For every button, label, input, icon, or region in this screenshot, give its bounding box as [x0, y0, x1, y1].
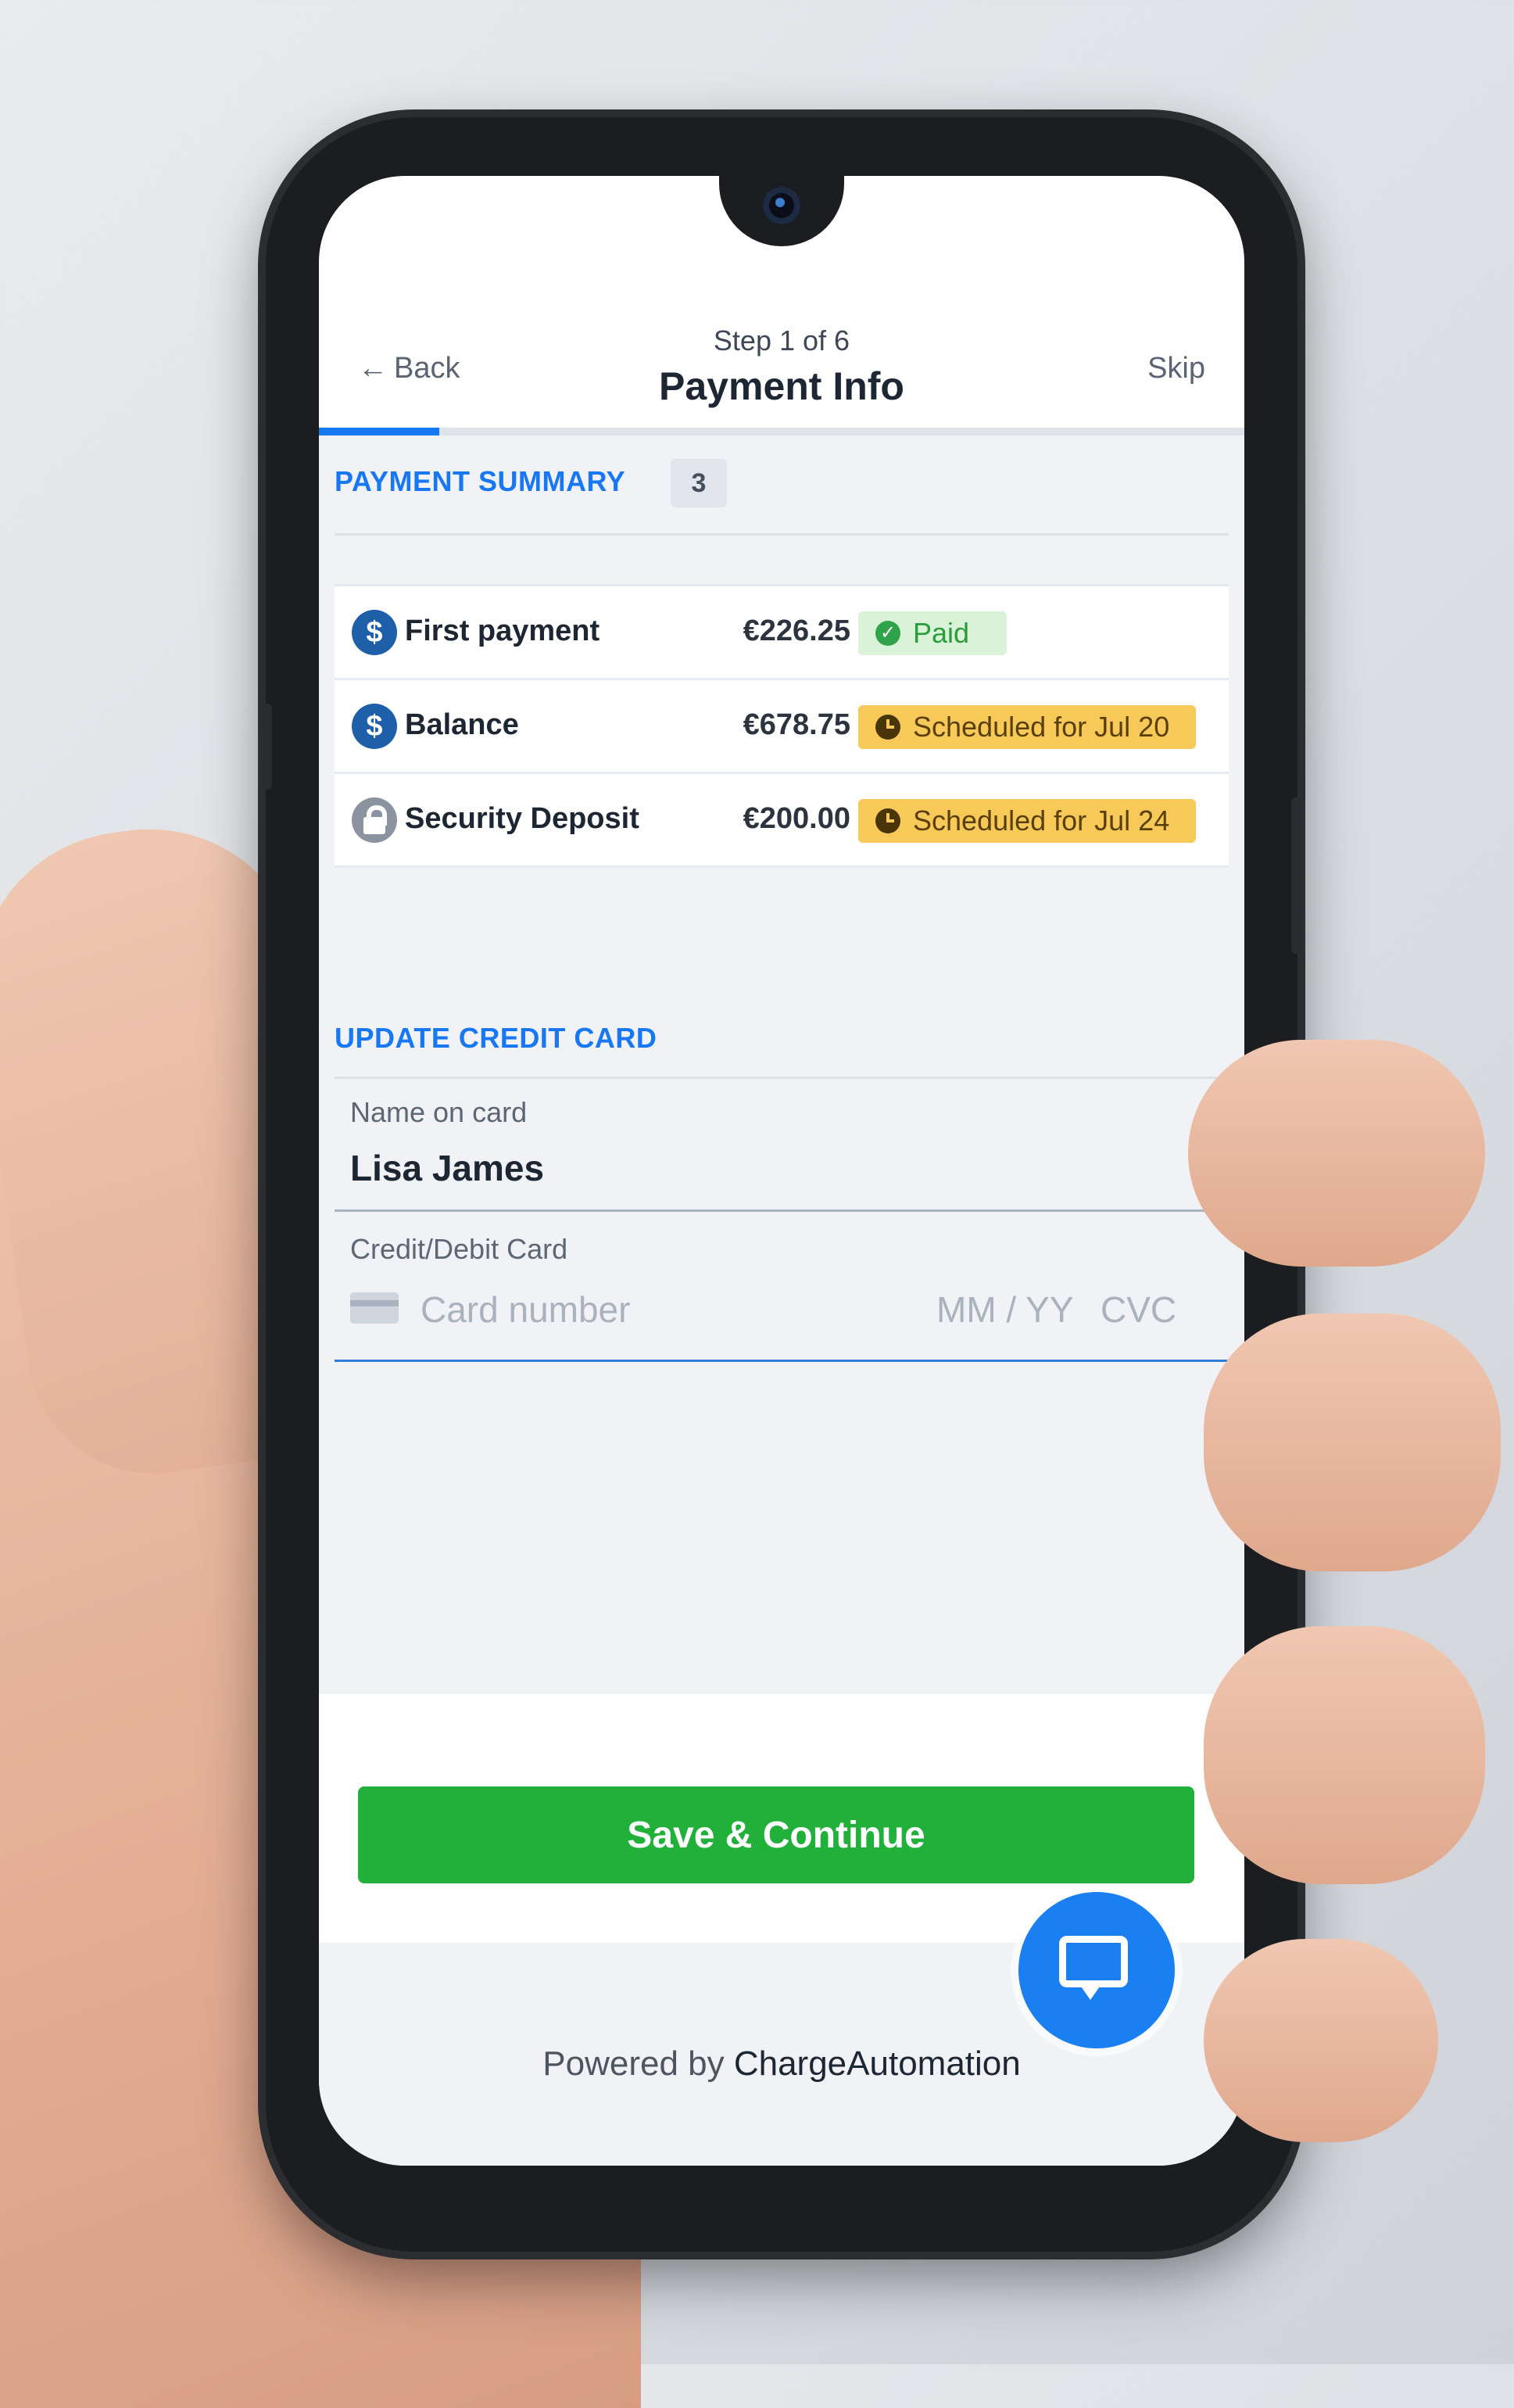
front-camera — [763, 187, 800, 224]
payment-amount: €226.25 — [743, 615, 850, 647]
powered-by-prefix: Powered by — [542, 2044, 725, 2083]
phone-volume-button — [261, 704, 272, 790]
name-on-card-label: Name on card — [350, 1096, 528, 1128]
check-circle-icon: ✓ — [875, 621, 900, 646]
finger — [1204, 1313, 1501, 1571]
status-text: Scheduled for Jul 24 — [913, 804, 1170, 837]
payment-label: First payment — [405, 615, 600, 647]
card-divider — [335, 1077, 1229, 1079]
payment-summary-heading: PAYMENT SUMMARY — [335, 465, 626, 497]
payment-summary-table: $ First payment €226.25 ✓ Paid $ Balance… — [335, 584, 1229, 868]
expiry-input[interactable] — [936, 1286, 1093, 1333]
main-content: PAYMENT SUMMARY 3 $ First payment €226.2… — [319, 435, 1244, 1694]
payment-label: Balance — [405, 708, 519, 741]
status-badge-scheduled: Scheduled for Jul 24 — [858, 799, 1196, 843]
step-indicator: Step 1 of 6 — [713, 324, 850, 357]
credit-card-icon — [350, 1292, 399, 1324]
cvc-input[interactable] — [1101, 1286, 1194, 1333]
clock-icon — [875, 715, 900, 740]
status-text: Paid — [913, 617, 970, 649]
powered-by-text: Powered by ChargeAutomation — [319, 2044, 1244, 2084]
payment-amount: €678.75 — [743, 708, 850, 741]
top-bar: ← Back Step 1 of 6 Payment Info Skip — [319, 285, 1244, 426]
progress-bar — [319, 428, 1244, 435]
page-title: Payment Info — [659, 364, 904, 408]
payment-label: Security Deposit — [405, 802, 639, 835]
name-field-underline — [335, 1209, 1229, 1212]
payment-count-badge: 3 — [671, 459, 727, 507]
phone-screen: ← Back Step 1 of 6 Payment Info Skip PAYM… — [319, 176, 1244, 2166]
summary-divider — [335, 533, 1229, 536]
clock-icon — [875, 808, 900, 833]
skip-button[interactable]: Skip — [1147, 352, 1205, 385]
status-text: Scheduled for Jul 20 — [913, 711, 1170, 743]
payment-row-balance: $ Balance €678.75 Scheduled for Jul 20 — [335, 680, 1229, 774]
status-badge-paid: ✓ Paid — [858, 611, 1007, 655]
dollar-icon: $ — [352, 610, 397, 655]
lock-icon — [352, 797, 397, 843]
finger — [1188, 1040, 1485, 1267]
card-number-input[interactable] — [421, 1286, 874, 1333]
save-continue-button[interactable]: Save & Continue — [358, 1786, 1194, 1883]
finger — [1204, 1626, 1485, 1884]
payment-row-deposit: Security Deposit €200.00 Scheduled for J… — [335, 774, 1229, 868]
payment-row-first: $ First payment €226.25 ✓ Paid — [335, 586, 1229, 680]
status-badge-scheduled: Scheduled for Jul 20 — [858, 705, 1196, 749]
update-card-heading: UPDATE CREDIT CARD — [335, 1022, 657, 1054]
chat-button[interactable] — [1018, 1892, 1175, 2048]
card-field-underline — [335, 1360, 1229, 1362]
brand-link[interactable]: ChargeAutomation — [734, 2044, 1021, 2083]
phone-power-button — [1291, 797, 1302, 954]
progress-bar-fill — [319, 428, 439, 435]
payment-amount: €200.00 — [743, 802, 850, 835]
dollar-icon: $ — [352, 704, 397, 749]
card-field-label: Credit/Debit Card — [350, 1233, 568, 1265]
name-on-card-field[interactable]: Lisa James — [350, 1147, 544, 1189]
finger — [1204, 1939, 1438, 2142]
chat-bubble-icon — [1059, 1936, 1128, 1987]
